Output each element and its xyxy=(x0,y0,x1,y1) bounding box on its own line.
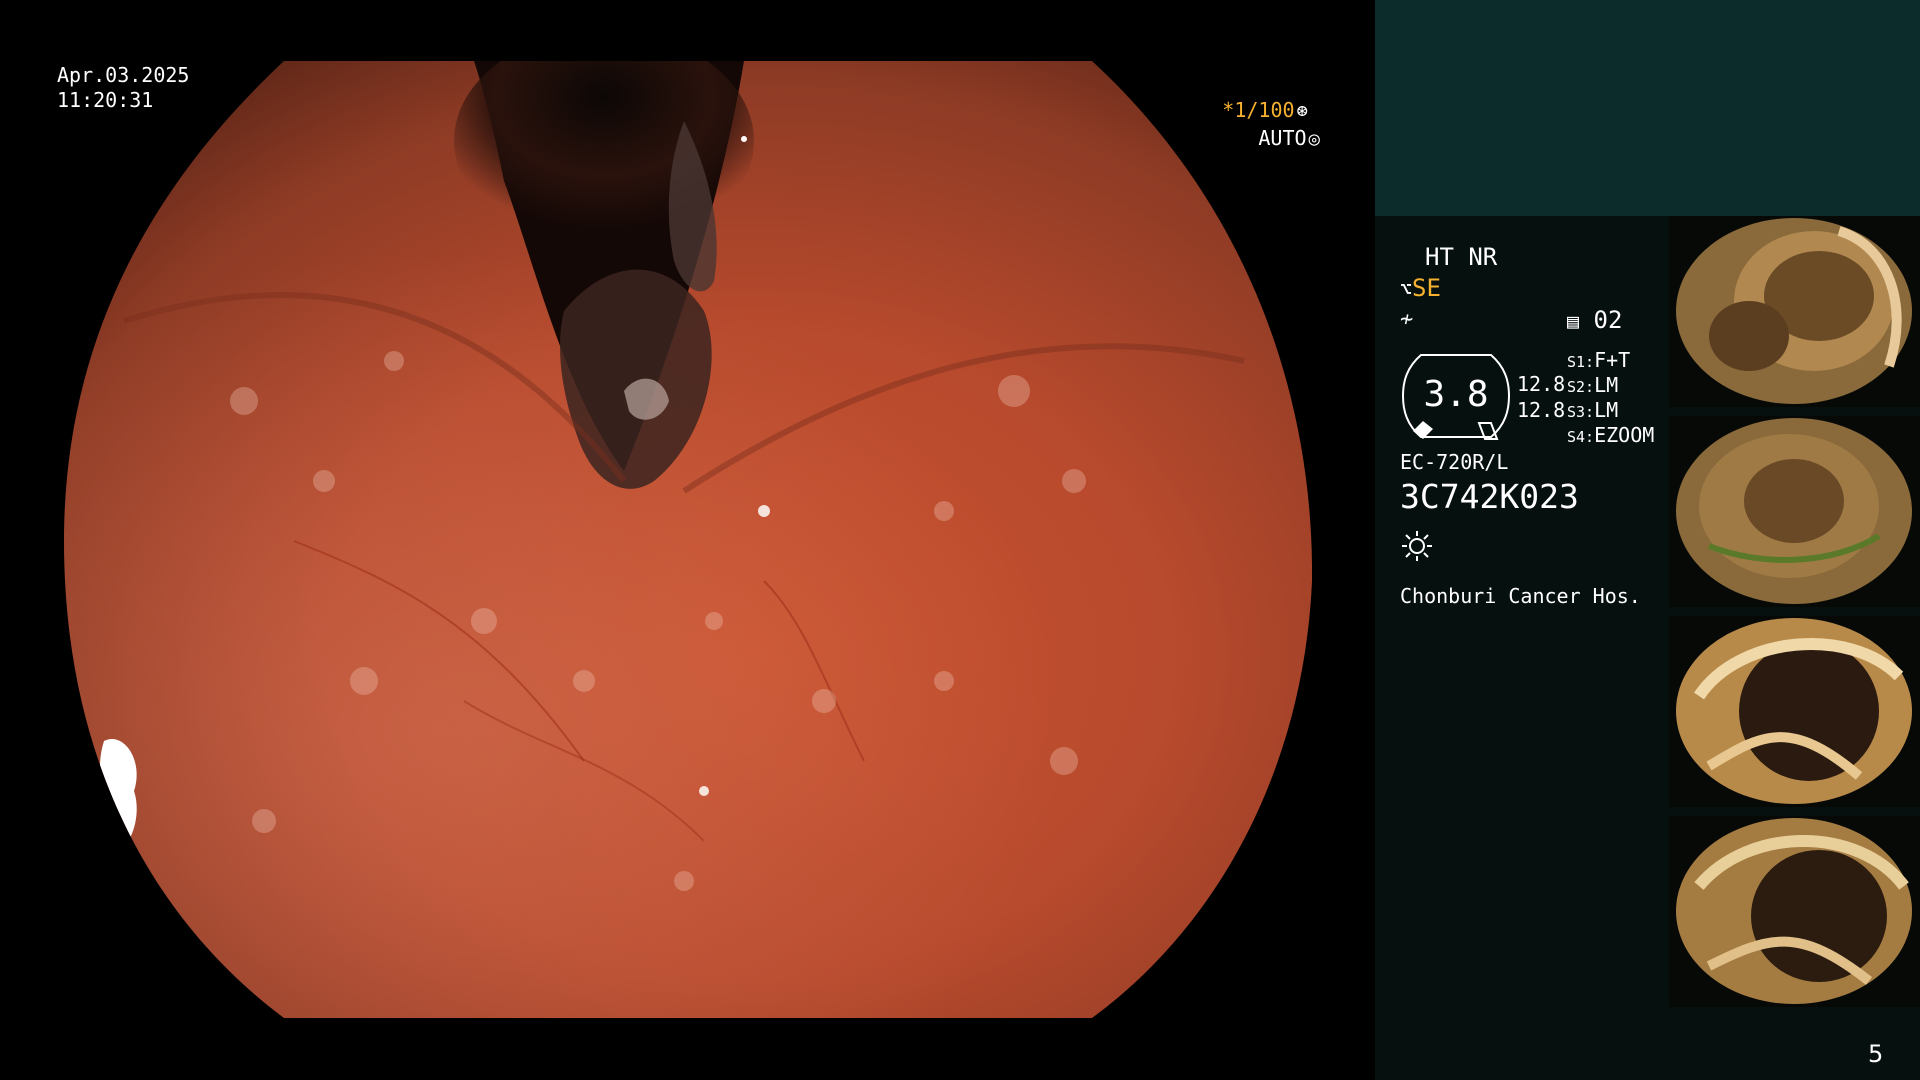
se-row: ⌥SE xyxy=(1400,274,1441,303)
thumbnail-3[interactable] xyxy=(1669,616,1920,807)
gauge-value: 3.8 xyxy=(1423,374,1489,415)
numeric-top: 12.8 xyxy=(1517,372,1566,396)
light-icon xyxy=(1402,531,1432,561)
switch-value: EZOOM xyxy=(1594,423,1655,447)
date-label: Apr.03.2025 xyxy=(57,63,190,87)
switch-key: S2: xyxy=(1567,378,1595,396)
date-time: Apr.03.2025 11:20:31 xyxy=(57,63,189,113)
ht-label: HT xyxy=(1425,243,1454,271)
page-number: 5 xyxy=(1868,1040,1884,1068)
wave-icon: ≁ xyxy=(1400,307,1414,332)
scope-model: EC-720R/L xyxy=(1400,450,1509,474)
iris-icon: ◎ xyxy=(1308,128,1320,150)
memory-icon: ▤ xyxy=(1567,309,1580,333)
se-label: SE xyxy=(1412,274,1441,302)
switch-key: S3: xyxy=(1567,403,1595,421)
time-label: 11:20:31 xyxy=(57,88,154,112)
switch-row-4: S4:EZOOM xyxy=(1567,423,1654,449)
shutter-value: 1/100 xyxy=(1234,98,1295,122)
thumbnail-4[interactable] xyxy=(1669,816,1920,1007)
shutter-readout: *1/100 ⊛ xyxy=(1222,98,1308,124)
switch-value: F+T xyxy=(1594,348,1631,372)
scope-serial: 3C742K023 xyxy=(1400,477,1579,516)
ht-nr-label: HT NR xyxy=(1425,243,1497,271)
endoscope-image xyxy=(64,61,1312,1018)
numeric-bottom: 12.8 xyxy=(1517,398,1566,422)
aperture-icon: ⊛ xyxy=(1296,100,1308,122)
thumbnail-2[interactable] xyxy=(1669,416,1920,607)
switch-row-2: S2:LM xyxy=(1567,373,1618,399)
nr-label: NR xyxy=(1468,243,1498,271)
structure-enhance-icon: ⌥ xyxy=(1400,277,1413,301)
panel-header-area xyxy=(1375,0,1920,216)
switch-value: LM xyxy=(1594,398,1619,422)
memory-row: ▤ 02 xyxy=(1567,306,1622,335)
mucosa-view xyxy=(64,61,1312,1018)
switch-key: S1: xyxy=(1567,353,1595,371)
hospital-name: Chonburi Cancer Hos. xyxy=(1400,584,1641,608)
switch-key: S4: xyxy=(1567,428,1595,446)
switch-row-3: S3:LM xyxy=(1567,398,1618,424)
auto-readout: AUTO ◎ xyxy=(1258,126,1320,152)
switch-value: LM xyxy=(1594,373,1619,397)
memory-value: 02 xyxy=(1593,306,1623,334)
shutter-star: * xyxy=(1222,98,1235,122)
thumbnail-1[interactable] xyxy=(1669,216,1920,407)
auto-label: AUTO xyxy=(1258,126,1307,150)
switch-row-1: S1:F+T xyxy=(1567,348,1630,374)
